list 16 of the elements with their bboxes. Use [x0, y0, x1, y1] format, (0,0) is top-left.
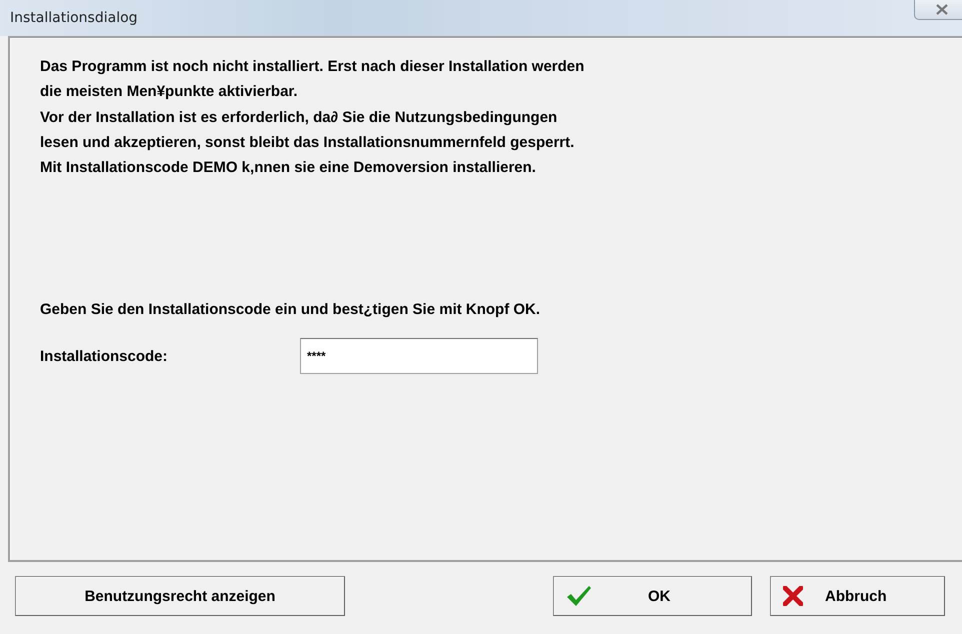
instruction-text: Geben Sie den Installationscode ein und best¿tigen Sie mit Knopf OK. [40, 300, 542, 320]
cross-icon [783, 586, 803, 606]
cancel-button[interactable]: Abbruch [770, 576, 945, 616]
message-text: Mit Installationscode DEMO k,nnen sie eine Demoversion installieren. [40, 158, 537, 178]
message-text: lesen und akzeptieren, sonst bleibt das Installationsnummernfeld gesperrt. [40, 132, 576, 153]
input-field[interactable]: **** [300, 338, 538, 374]
close-icon [936, 4, 948, 14]
checkmark-icon [566, 585, 592, 607]
license-button[interactable]: Benutzungsrecht anzeigen [15, 576, 345, 616]
message-text: Das Programm ist noch nicht installiert. Erst nach dieser Installation werden [40, 57, 586, 77]
field-label: Installationscode: [40, 348, 169, 365]
ok-button[interactable]: OK [553, 576, 752, 616]
message-text: die meisten Men¥punkte aktivierbar. [40, 82, 299, 102]
close-button[interactable] [914, 0, 962, 20]
message-text: Vor der Installation ist es erforderlich, da∂ Sie die Nutzungsbedingungen [40, 108, 558, 128]
window-title: Installationsdialog [9, 10, 138, 26]
